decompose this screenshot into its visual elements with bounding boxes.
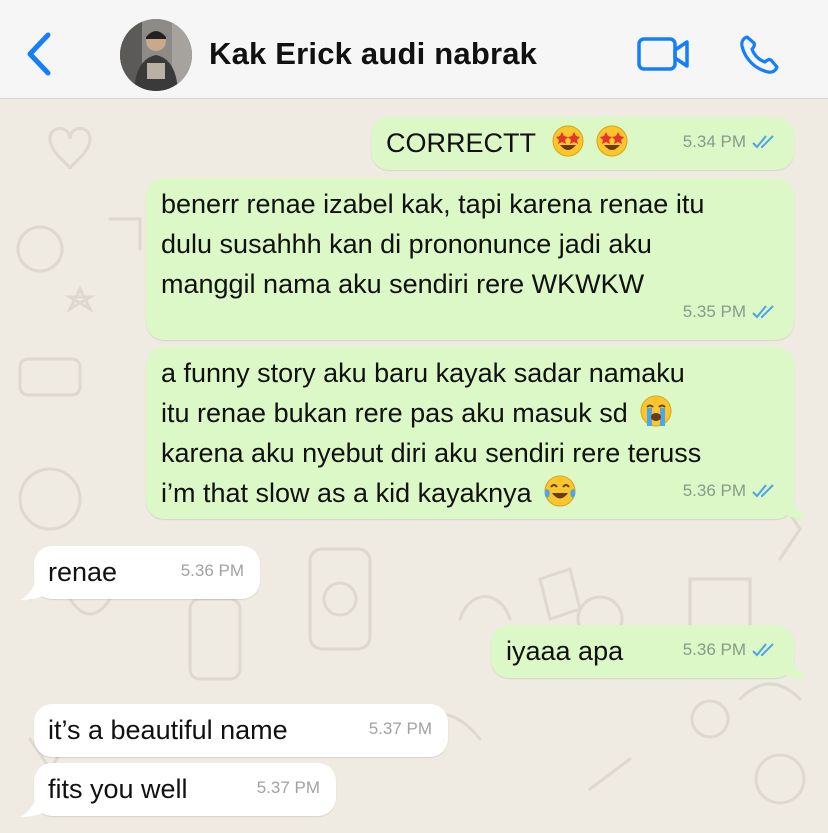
message-bubble-incoming[interactable]: it’s a beautiful name 5.37 PM bbox=[34, 704, 448, 757]
message-text: CORRECTT bbox=[386, 128, 536, 158]
message-line: karena aku nyebut diri aku sendiri rere … bbox=[161, 438, 702, 468]
message-line: a funny story aku baru kayak sadar namak… bbox=[161, 358, 685, 388]
message-text: a funny story aku baru kayak sadar namak… bbox=[161, 353, 701, 513]
message-line: benerr renae izabel kak, tapi karena ren… bbox=[161, 189, 705, 219]
message-line: manggil nama aku sendiri rere WKWKW bbox=[161, 269, 645, 299]
message-line: dulu susahhh kan di prononunce jadi aku bbox=[161, 229, 652, 259]
message-time: 5.37 PM bbox=[256, 778, 320, 797]
message-bubble-outgoing[interactable]: a funny story aku baru kayak sadar namak… bbox=[146, 347, 794, 519]
chevron-left-icon bbox=[27, 32, 51, 76]
read-ticks-icon bbox=[752, 484, 774, 498]
message-bubble-incoming[interactable]: fits you well 5.37 PM bbox=[34, 763, 336, 816]
message-bubble-outgoing[interactable]: iyaaa apa 5.36 PM bbox=[491, 625, 794, 678]
message-bubble-outgoing[interactable]: CORRECTT 5.34 PM bbox=[371, 117, 794, 170]
loudly-crying-emoji-icon bbox=[640, 395, 672, 427]
message-time: 5.36 PM bbox=[180, 561, 244, 580]
message-text: iyaaa apa bbox=[506, 636, 624, 666]
message-bubble-incoming[interactable]: renae 5.36 PM bbox=[34, 546, 260, 599]
message-text: it’s a beautiful name bbox=[48, 715, 288, 745]
bubble-tail bbox=[780, 652, 808, 679]
message-text: benerr renae izabel kak, tapi karena ren… bbox=[161, 184, 704, 304]
message-text: fits you well bbox=[48, 774, 188, 804]
bubble-tail bbox=[20, 573, 48, 600]
read-ticks-icon bbox=[752, 305, 774, 319]
message-text: renae bbox=[48, 557, 118, 587]
read-ticks-icon bbox=[752, 643, 774, 657]
contact-name[interactable]: Kak Erick audi nabrak bbox=[209, 36, 537, 72]
avatar[interactable] bbox=[120, 19, 192, 91]
voice-call-button[interactable] bbox=[737, 33, 781, 77]
phone-icon bbox=[740, 35, 779, 74]
message-time: 5.35 PM bbox=[682, 302, 746, 321]
back-button[interactable] bbox=[20, 30, 60, 80]
message-time: 5.37 PM bbox=[368, 719, 432, 738]
message-time: 5.36 PM bbox=[682, 481, 746, 500]
message-time: 5.36 PM bbox=[682, 640, 746, 659]
read-ticks-icon bbox=[752, 135, 774, 149]
video-camera-icon bbox=[637, 37, 689, 71]
star-struck-emoji-icon bbox=[552, 125, 584, 157]
chat-header: Kak Erick audi nabrak bbox=[0, 0, 828, 99]
bubble-tail bbox=[780, 492, 808, 519]
star-struck-emoji-icon bbox=[596, 125, 628, 157]
message-time: 5.34 PM bbox=[682, 132, 746, 151]
video-call-button[interactable] bbox=[636, 35, 692, 73]
message-line: itu renae bukan rere pas aku masuk sd bbox=[161, 398, 628, 428]
chat-area[interactable]: CORRECTT 5.34 PM benerr renae izabel kak… bbox=[0, 99, 828, 833]
message-line: i’m that slow as a kid kayaknya bbox=[161, 478, 532, 508]
message-bubble-outgoing[interactable]: benerr renae izabel kak, tapi karena ren… bbox=[146, 178, 794, 340]
tears-of-joy-emoji-icon bbox=[544, 475, 576, 507]
bubble-tail bbox=[20, 790, 48, 817]
